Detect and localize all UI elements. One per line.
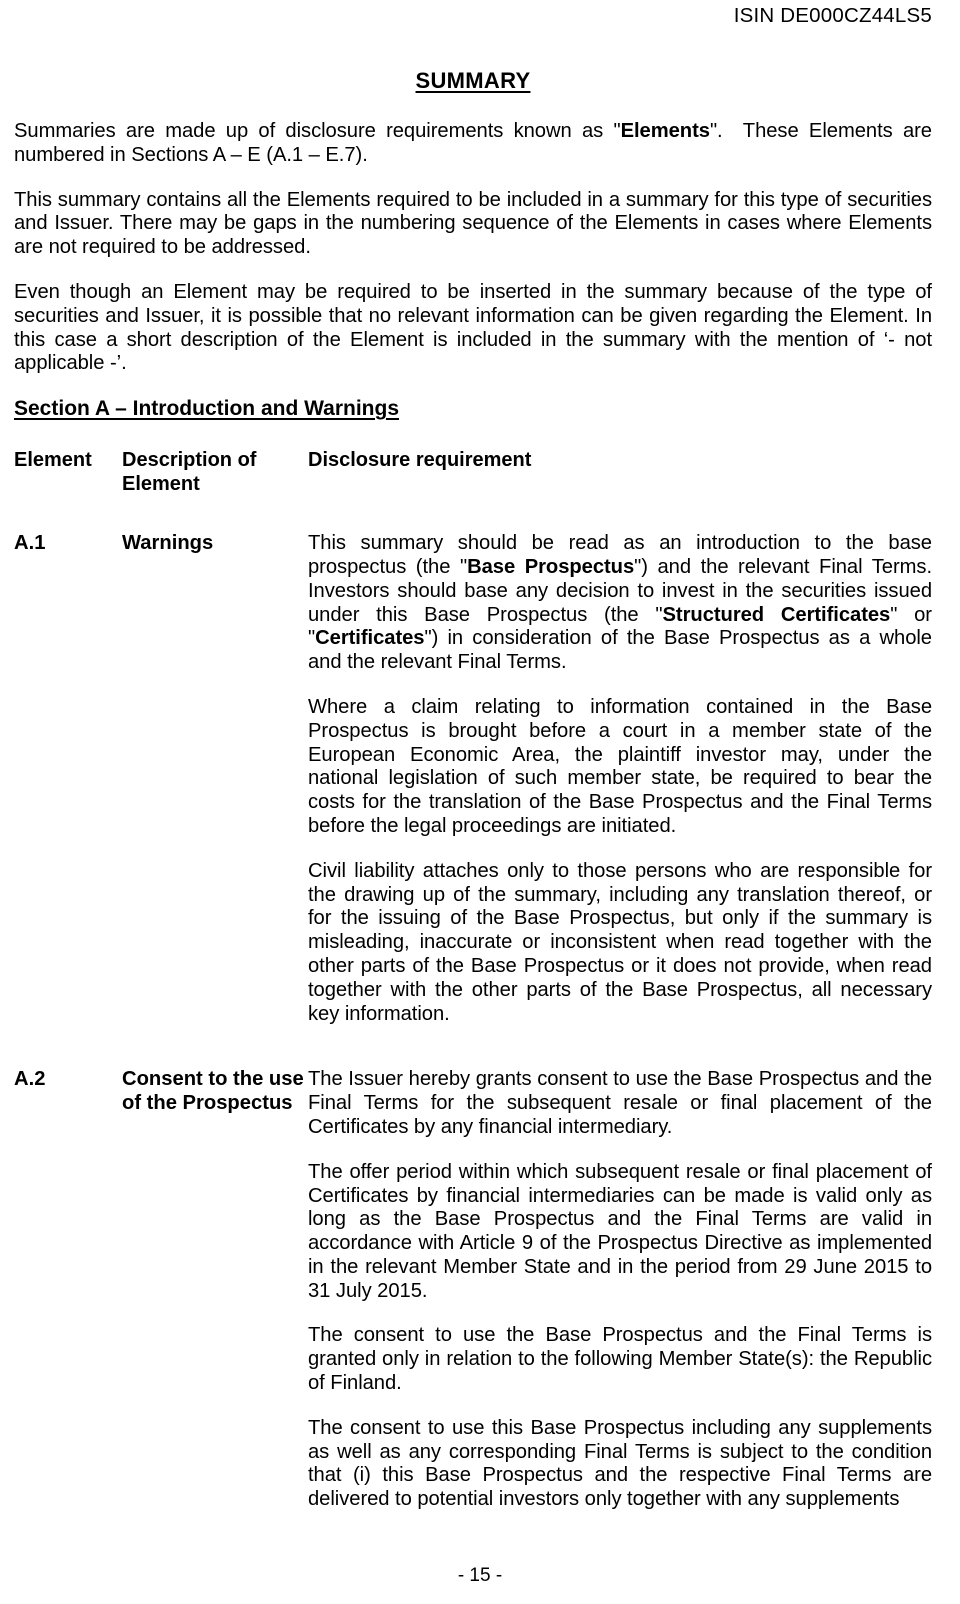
- disclosure-paragraph: This summary should be read as an introd…: [308, 532, 932, 674]
- row-element-id: A.2: [14, 1068, 46, 1091]
- table-row-spacer: [14, 1026, 932, 1068]
- page-content: SUMMARY Summaries are made up of disclos…: [14, 68, 932, 1512]
- table-row: A.1 Warnings This summary should be read…: [14, 532, 932, 1026]
- disclosure-paragraph: The offer period within which subsequent…: [308, 1160, 932, 1302]
- page-title: SUMMARY: [415, 68, 531, 93]
- term-structured-certificates: Structured Certificates: [662, 603, 891, 626]
- intro-paragraph-2: This summary contains all the Elements r…: [14, 188, 932, 259]
- disclosure-paragraph: The consent to use the Base Prospectus a…: [308, 1324, 932, 1395]
- column-header-element: Element: [14, 449, 92, 472]
- row-disclosure-content: This summary should be read as an introd…: [308, 532, 932, 1026]
- disclosure-paragraph: The consent to use this Base Prospectus …: [308, 1416, 932, 1511]
- section-heading: Section A – Introduction and Warnings: [14, 397, 400, 421]
- term-base-prospectus: Base Prospectus: [467, 555, 635, 578]
- column-header-disclosure: Disclosure requirement: [308, 449, 532, 472]
- table-row: A.2 Consent to the use of the Prospectus…: [14, 1068, 932, 1512]
- disclosure-paragraph: Civil liability attaches only to those p…: [308, 859, 932, 1025]
- row-element-id: A.1: [14, 532, 46, 555]
- document-page: ISIN DE000CZ44LS5 SUMMARY Summaries are …: [0, 0, 960, 1604]
- disclosure-paragraph: Where a claim relating to information co…: [308, 695, 932, 837]
- column-header-description: Description of Element: [122, 449, 257, 495]
- page-footer-number: - 15 -: [457, 1565, 503, 1586]
- term-elements: Elements: [620, 120, 710, 142]
- row-element-description: Warnings: [122, 532, 214, 555]
- running-header-isin: ISIN DE000CZ44LS5: [733, 4, 932, 27]
- row-element-description: Consent to the use of the Prospectus: [122, 1068, 304, 1115]
- disclosure-paragraph: The Issuer hereby grants consent to use …: [308, 1068, 932, 1138]
- row-disclosure-content: The Issuer hereby grants consent to use …: [308, 1068, 932, 1512]
- intro-paragraph-3: Even though an Element may be required t…: [14, 280, 932, 375]
- intro-paragraph-1: Summaries are made up of disclosure requ…: [14, 120, 932, 166]
- term-certificates: Certificates: [315, 627, 425, 650]
- table-header-row: Element Description of Element Disclosur…: [14, 449, 932, 532]
- elements-table: Element Description of Element Disclosur…: [14, 449, 932, 1512]
